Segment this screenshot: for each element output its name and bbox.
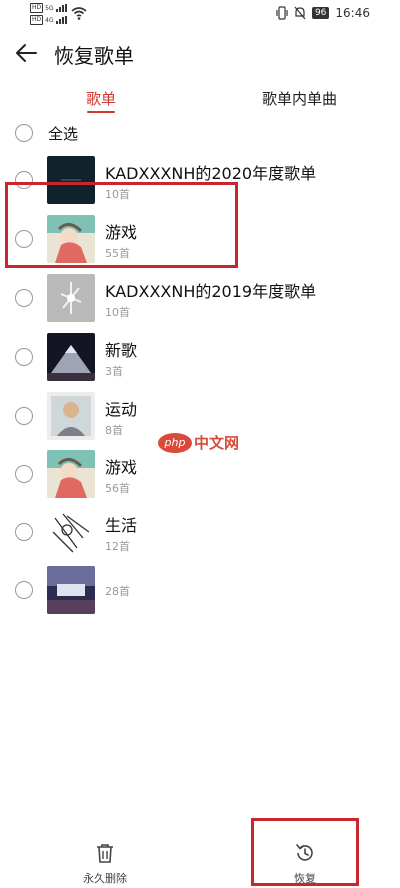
playlist-radio[interactable] bbox=[15, 230, 33, 248]
playlist-song-count: 10首 bbox=[105, 188, 130, 201]
playlist-name: 运动 bbox=[105, 400, 138, 419]
playlist-cover-image bbox=[47, 156, 95, 204]
playlist-song-count: 55首 bbox=[105, 247, 130, 260]
playlist-song-count: 56首 bbox=[105, 482, 130, 495]
playlist-song-count: 3首 bbox=[105, 365, 123, 378]
playlist-radio[interactable] bbox=[15, 171, 33, 189]
playlist-cover-image bbox=[47, 450, 95, 498]
playlist-name: 游戏 bbox=[105, 458, 138, 477]
playlist-name: KADXXXNH的2019年度歌单 bbox=[105, 282, 317, 301]
status-bar: HD 5G HD 4G 96 16:46 bbox=[0, 0, 400, 30]
tab-songs-in-playlists[interactable]: 歌单内单曲 bbox=[262, 88, 337, 109]
select-all-radio[interactable] bbox=[15, 124, 33, 142]
signal-indicators: HD 5G HD 4G bbox=[30, 3, 87, 25]
restore-button[interactable]: 恢复 bbox=[265, 842, 345, 886]
vibrate-icon bbox=[276, 6, 288, 20]
playlist-cover-image bbox=[47, 508, 95, 556]
permanent-delete-button[interactable]: 永久删除 bbox=[65, 842, 145, 886]
restore-label: 恢复 bbox=[294, 872, 316, 885]
permanent-delete-label: 永久删除 bbox=[83, 872, 127, 885]
playlist-radio[interactable] bbox=[15, 523, 33, 541]
trash-icon bbox=[97, 844, 113, 863]
playlist-row[interactable]: 游戏 55首 bbox=[0, 215, 400, 273]
playlist-row[interactable]: 运动 8首 bbox=[0, 392, 400, 450]
playlist-row[interactable]: 生活 12首 bbox=[0, 508, 400, 566]
wifi-icon bbox=[71, 7, 87, 20]
sim1-hd-icon: HD bbox=[30, 3, 44, 13]
select-all-label[interactable]: 全选 bbox=[48, 123, 78, 144]
signal-bars-1-icon bbox=[55, 4, 67, 12]
playlist-cover-image bbox=[47, 566, 95, 614]
sim2-hd-icon: HD bbox=[30, 15, 44, 25]
network-type-1: 5G bbox=[45, 4, 54, 12]
playlist-cover-image bbox=[47, 392, 95, 440]
tab-playlists[interactable]: 歌单 bbox=[86, 88, 116, 109]
tab-active-indicator bbox=[87, 111, 115, 113]
playlist-radio[interactable] bbox=[15, 348, 33, 366]
playlist-row[interactable]: KADXXXNH的2019年度歌单 10首 bbox=[0, 274, 400, 332]
playlist-song-count: 10首 bbox=[105, 306, 130, 319]
playlist-name: KADXXXNH的2020年度歌单 bbox=[105, 164, 317, 183]
playlist-radio[interactable] bbox=[15, 407, 33, 425]
network-type-2: 4G bbox=[45, 16, 54, 24]
bottom-action-bar: 永久删除 恢复 bbox=[0, 840, 400, 888]
signal-bars-2-icon bbox=[55, 16, 67, 24]
tab-bar: 歌单 歌单内单曲 bbox=[0, 86, 400, 116]
top-app-bar: 恢复歌单 bbox=[0, 34, 400, 74]
playlist-name: 游戏 bbox=[105, 223, 138, 242]
playlist-song-count: 8首 bbox=[105, 424, 123, 437]
playlist-row[interactable]: 新歌 3首 bbox=[0, 333, 400, 391]
playlist-row[interactable]: 游戏 56首 bbox=[0, 450, 400, 508]
battery-indicator: 96 bbox=[311, 7, 330, 19]
playlist-cover-image bbox=[47, 333, 95, 381]
playlist-cover-image bbox=[47, 274, 95, 322]
clock: 16:46 bbox=[335, 6, 370, 20]
playlist-radio[interactable] bbox=[15, 581, 33, 599]
playlist-song-count: 28首 bbox=[105, 585, 130, 598]
playlist-song-count: 12首 bbox=[105, 540, 130, 553]
restore-clock-icon bbox=[296, 844, 313, 861]
playlist-radio[interactable] bbox=[15, 289, 33, 307]
playlist-row[interactable]: 28首 bbox=[0, 566, 400, 624]
playlist-cover-image bbox=[47, 215, 95, 263]
playlist-name: 新歌 bbox=[105, 341, 138, 360]
page-title: 恢复歌单 bbox=[54, 44, 134, 68]
playlist-radio[interactable] bbox=[15, 465, 33, 483]
playlist-name: 生活 bbox=[105, 516, 138, 535]
playlist-row[interactable]: KADXXXNH的2020年度歌单 10首 bbox=[0, 156, 400, 214]
bell-muted-icon bbox=[294, 6, 306, 20]
back-arrow-icon[interactable] bbox=[14, 40, 40, 66]
